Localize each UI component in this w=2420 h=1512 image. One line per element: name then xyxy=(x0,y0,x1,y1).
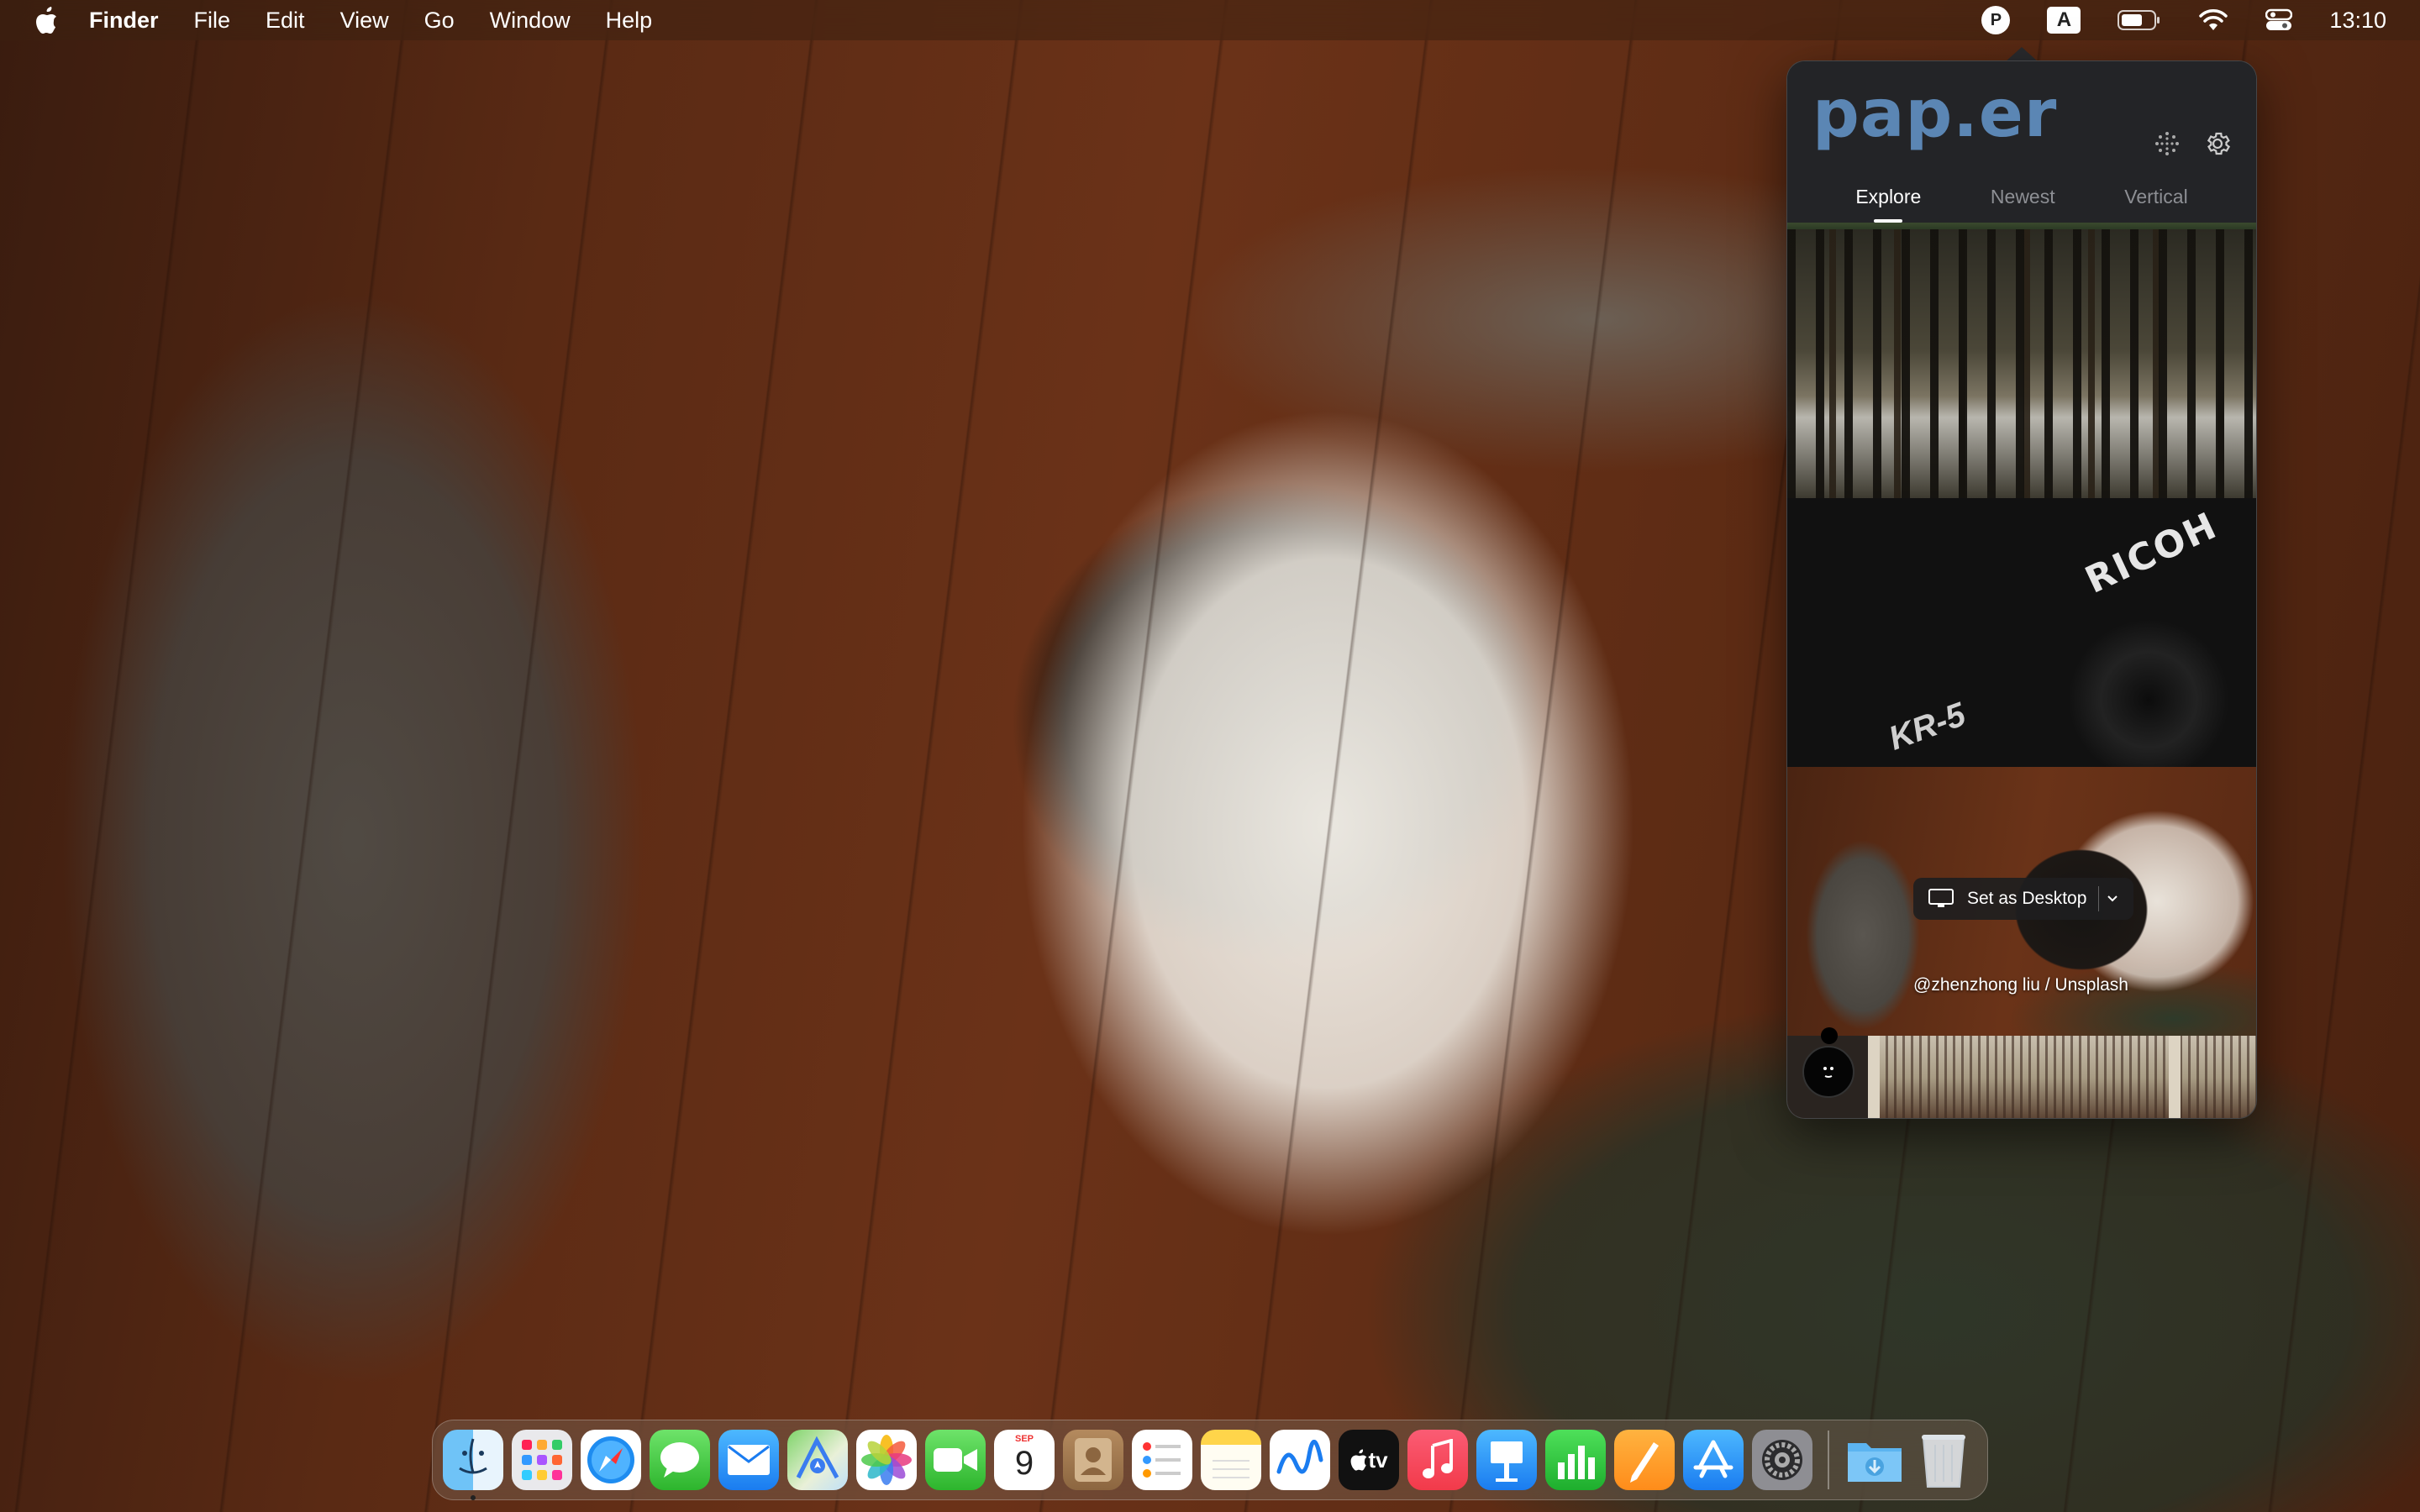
menu-app-finder[interactable]: Finder xyxy=(89,8,159,34)
calendar-month: SEP xyxy=(1014,1434,1034,1444)
indicator-dot xyxy=(1821,1027,1838,1044)
input-source-icon[interactable]: A xyxy=(2047,7,2081,34)
dock-finder-icon[interactable] xyxy=(443,1430,503,1500)
dock-mail-icon[interactable] xyxy=(718,1430,779,1490)
avatar-icon[interactable] xyxy=(1802,1046,1854,1098)
dock-separator xyxy=(1828,1431,1829,1489)
camera-model-text: KR-5 xyxy=(1884,696,1970,758)
shelf-frame xyxy=(1868,1036,1880,1118)
menu-help[interactable]: Help xyxy=(606,8,653,34)
paper-status-icon[interactable]: P xyxy=(1981,6,2011,34)
dock-system-settings-icon[interactable] xyxy=(1752,1430,1812,1490)
sparkle-icon[interactable] xyxy=(2150,127,2184,160)
dock-contacts-icon[interactable] xyxy=(1063,1430,1123,1490)
menu-window[interactable]: Window xyxy=(490,8,571,34)
wallpaper-thumbnail-bookshelf[interactable] xyxy=(1787,1036,2256,1118)
header-divider xyxy=(1787,223,2256,229)
tv-label: tv xyxy=(1368,1446,1388,1473)
menu-view[interactable]: View xyxy=(340,8,389,34)
dock: SEP 9 tv xyxy=(432,1420,1988,1500)
paper-popover: pap.er Explore Newest Vertical RICOH KR-… xyxy=(1786,60,2257,1119)
menu-edit[interactable]: Edit xyxy=(266,8,305,34)
dock-calendar-icon[interactable]: SEP 9 xyxy=(994,1430,1055,1490)
dock-safari-icon[interactable] xyxy=(581,1430,641,1490)
dock-app-store-icon[interactable] xyxy=(1683,1430,1744,1490)
wallpaper-thumbnail-camera[interactable]: RICOH KR-5 xyxy=(1787,498,2256,767)
monitor-icon xyxy=(1928,889,1955,909)
dock-downloads-icon[interactable] xyxy=(1844,1430,1905,1490)
dock-launchpad-icon[interactable] xyxy=(512,1430,572,1490)
wifi-icon[interactable] xyxy=(2198,8,2228,32)
dock-numbers-icon[interactable] xyxy=(1545,1430,1606,1490)
running-indicator xyxy=(471,1495,476,1500)
chevron-down-icon[interactable] xyxy=(2099,895,2126,903)
shelf-frame xyxy=(2169,1036,2181,1118)
tab-bar: Explore Newest Vertical xyxy=(1787,179,2256,221)
tab-explore[interactable]: Explore xyxy=(1855,179,1921,221)
menu-bar: Finder File Edit View Go Window Help P A… xyxy=(0,0,2420,40)
menu-bar-clock[interactable]: 13:10 xyxy=(2329,8,2386,34)
dock-pages-icon[interactable] xyxy=(1614,1430,1675,1490)
dock-facetime-icon[interactable] xyxy=(925,1430,986,1490)
photo-credit[interactable]: @zhenzhong liu / Unsplash xyxy=(1913,975,2128,995)
dock-music-icon[interactable] xyxy=(1407,1430,1468,1490)
gear-icon[interactable] xyxy=(2201,127,2234,160)
battery-icon[interactable] xyxy=(2118,9,2161,31)
wallpaper-thumbnail-current[interactable]: Set as Desktop @zhenzhong liu / Unsplash xyxy=(1787,767,2256,1036)
apple-menu-icon[interactable] xyxy=(34,6,59,34)
calendar-day: 9 xyxy=(1014,1445,1034,1482)
paper-logo: pap.er xyxy=(1812,76,2058,152)
dock-freeform-icon[interactable] xyxy=(1270,1430,1330,1490)
dock-reminders-icon[interactable] xyxy=(1132,1430,1192,1490)
dock-maps-icon[interactable] xyxy=(787,1430,848,1490)
set-as-desktop-label: Set as Desktop xyxy=(1967,889,2087,908)
menu-file[interactable]: File xyxy=(194,8,231,34)
control-center-icon[interactable] xyxy=(2265,8,2293,32)
dock-trash-icon[interactable] xyxy=(1913,1430,1974,1490)
dock-messages-icon[interactable] xyxy=(650,1430,710,1490)
camera-brand-text: RICOH xyxy=(2079,504,2224,602)
dock-photos-icon[interactable] xyxy=(856,1430,917,1490)
tab-newest[interactable]: Newest xyxy=(1991,179,2055,221)
wallpaper-thumbnail-forest[interactable] xyxy=(1787,229,2256,498)
dock-keynote-icon[interactable] xyxy=(1476,1430,1537,1490)
menu-go[interactable]: Go xyxy=(424,8,455,34)
tab-vertical[interactable]: Vertical xyxy=(2124,179,2187,221)
dock-notes-icon[interactable] xyxy=(1201,1430,1261,1490)
set-as-desktop-button[interactable]: Set as Desktop xyxy=(1913,878,2133,920)
popover-header: pap.er Explore Newest Vertical xyxy=(1787,61,2256,229)
dock-tv-icon[interactable]: tv xyxy=(1339,1430,1399,1490)
